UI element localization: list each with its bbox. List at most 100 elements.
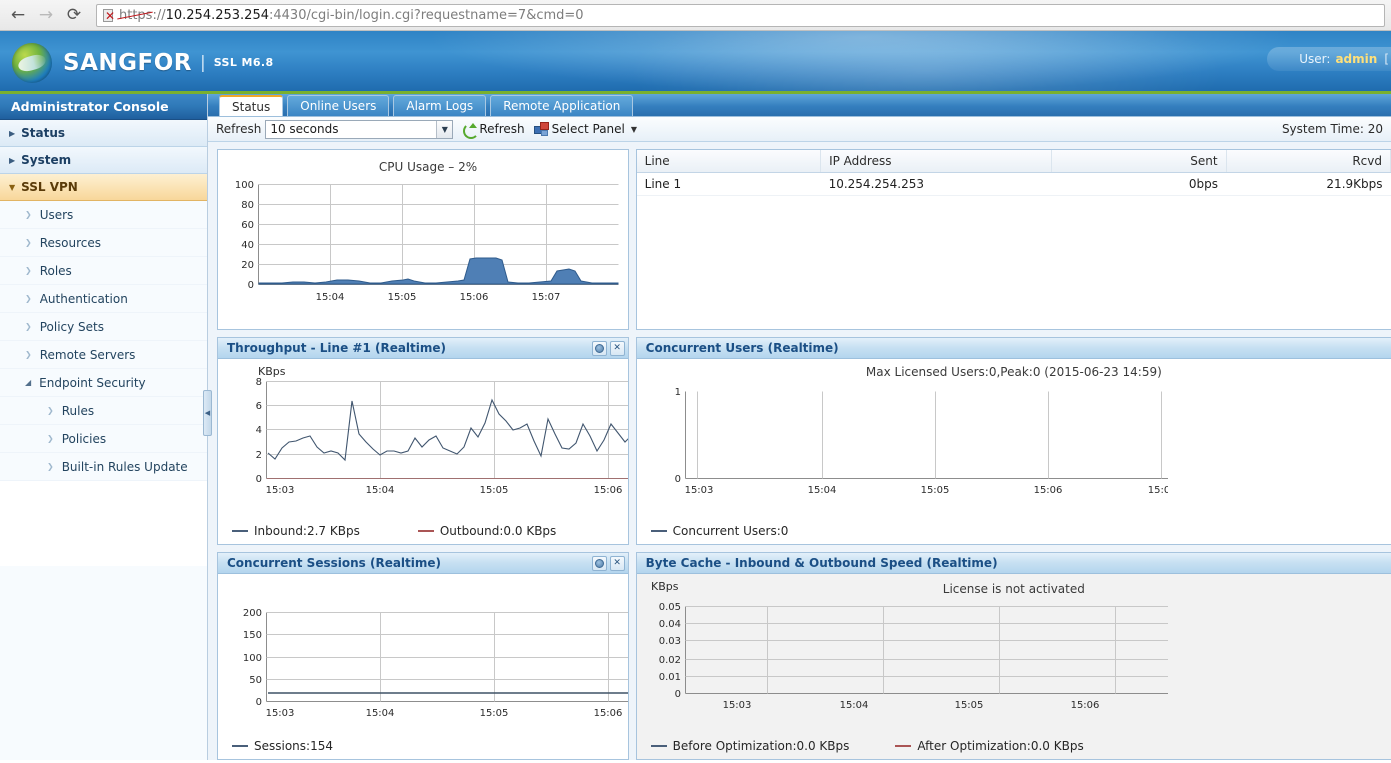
gear-icon[interactable] (591, 340, 607, 356)
refresh-interval-value: 10 seconds (270, 122, 339, 136)
svg-text:100: 100 (243, 653, 262, 664)
byte-cache-panel: Byte Cache - Inbound & Outbound Speed (R… (635, 552, 1391, 760)
cpu-chart-area: CPU Usage – 2% 100 80 60 40 20 0 15:04 1… (218, 150, 628, 329)
column-header-rcvd[interactable]: Rcvd (1226, 150, 1391, 173)
sidebar-item-rules[interactable]: ❯ Rules (0, 397, 207, 425)
svg-text:15:04: 15:04 (316, 292, 345, 303)
concurrent-sessions-panel: Concurrent Sessions (Realtime) ✕ 200 150… (217, 552, 629, 760)
panel-row-3: Concurrent Sessions (Realtime) ✕ 200 150… (217, 552, 1391, 760)
sidebar-item-remote-servers[interactable]: ❯ Remote Servers (0, 341, 207, 369)
legend-label-after-optimization: After Optimization:0.0 KBps (917, 739, 1084, 753)
sidebar-collapse-handle[interactable]: ◀ (203, 390, 212, 436)
byte-cache-chart: KBps 0.050.04 0.030.02 0.010 15:03 15:04… (651, 580, 1168, 711)
legend-label-before-optimization: Before Optimization:0.0 KBps (672, 739, 850, 753)
chevron-right-icon: ❯ (47, 462, 54, 471)
svg-text:15:05: 15:05 (388, 292, 417, 303)
sidebar-item-label: Users (39, 207, 74, 222)
sidebar-item-endpoint-security[interactable]: ◢ Endpoint Security (0, 369, 207, 397)
sidebar-group-system[interactable]: ▶ System (0, 147, 207, 174)
column-header-ip-address[interactable]: IP Address (820, 150, 1053, 173)
refresh-interval-select[interactable]: 10 seconds ▼ (265, 119, 454, 139)
legend-swatch-outbound (417, 530, 434, 532)
svg-text:0: 0 (256, 697, 262, 708)
concurrent-users-panel-body: Max Licensed Users:0,Peak:0 (2015-06-23 … (636, 359, 1391, 544)
sidebar-group-ssl-vpn[interactable]: ▼ SSL VPN (0, 174, 207, 201)
close-icon[interactable]: ✕ (609, 555, 625, 571)
sidebar-item-policy-sets[interactable]: ❯ Policy Sets (0, 313, 207, 341)
cell-sent: 0bps (1051, 172, 1227, 196)
svg-text:40: 40 (241, 240, 254, 251)
legend-label-sessions: Sessions:154 (254, 739, 333, 753)
concurrent-sessions-panel-header: Concurrent Sessions (Realtime) ✕ (218, 553, 628, 574)
svg-text:0.02: 0.02 (658, 655, 680, 666)
tab-status[interactable]: Status (219, 95, 284, 116)
concurrent-sessions-series (268, 692, 628, 694)
sidebar-item-policies[interactable]: ❯ Policies (0, 425, 207, 453)
svg-text:8: 8 (256, 377, 262, 388)
sidebar-item-users[interactable]: ❯ Users (0, 201, 207, 229)
chevron-right-icon: ❯ (25, 322, 32, 331)
sidebar-group-label: Status (21, 126, 66, 140)
tab-alarm-logs[interactable]: Alarm Logs (393, 95, 487, 116)
svg-text:15:06: 15:06 (594, 708, 623, 719)
svg-text:0: 0 (256, 474, 262, 485)
svg-text:50: 50 (249, 675, 262, 686)
svg-text:100: 100 (235, 180, 254, 191)
browser-back-icon[interactable]: ← (4, 1, 32, 29)
sidebar-group-status[interactable]: ▶ Status (0, 120, 207, 147)
cpu-usage-chart: 100 80 60 40 20 0 15:04 15:05 15:06 15:07 (235, 180, 619, 303)
sidebar-item-label: Policies (61, 431, 107, 446)
user-menu-bracket[interactable]: [ (1384, 52, 1389, 66)
browser-url-input[interactable]: ✕ https :// 10.254.253.254 :4430/cgi-bin… (96, 3, 1385, 27)
gear-icon[interactable] (591, 555, 607, 571)
chevron-right-icon: ❯ (47, 434, 54, 443)
url-host: 10.254.253.254 (165, 7, 269, 23)
brand-name: SANGFOR (63, 49, 192, 76)
brand-block: SANGFOR | SSL M6.8 (0, 31, 1391, 91)
sidebar-item-authentication[interactable]: ❯ Authentication (0, 285, 207, 313)
sidebar-item-built-in-rules-update[interactable]: ❯ Built-in Rules Update (0, 453, 207, 481)
column-header-line[interactable]: Line (636, 150, 822, 173)
chevron-down-icon: ▼ (9, 182, 16, 192)
byte-cache-legend: Before Optimization:0.0 KBps After Optim… (650, 739, 1084, 753)
select-panel-label: Select Panel (551, 122, 625, 136)
legend-swatch-before-optimization (650, 745, 667, 747)
sidebar-title: Administrator Console (0, 94, 207, 120)
svg-text:15:06: 15:06 (1070, 700, 1099, 711)
concurrent-users-panel-title: Concurrent Users (Realtime) (645, 341, 839, 355)
svg-text:80: 80 (241, 200, 254, 211)
svg-text:15:05: 15:05 (954, 700, 983, 711)
svg-text:15:07: 15:07 (532, 292, 561, 303)
chevron-down-icon[interactable]: ▼ (631, 125, 637, 134)
brand-separator: | (199, 52, 206, 73)
sidebar-item-resources[interactable]: ❯ Resources (0, 229, 207, 257)
content-area: Status Online Users Alarm Logs Remote Ap… (208, 94, 1391, 760)
column-header-sent[interactable]: Sent (1051, 150, 1227, 173)
panels-icon (533, 122, 549, 136)
svg-text:0: 0 (248, 280, 254, 291)
url-protocol: https (119, 7, 153, 23)
sidebar-item-roles[interactable]: ❯ Roles (0, 257, 207, 285)
table-row[interactable]: Line 1 10.254.254.253 0bps 21.9Kbps (636, 172, 1391, 196)
select-panel-button[interactable]: Select Panel ▼ (533, 122, 637, 136)
chevron-down-icon[interactable]: ▼ (436, 120, 453, 138)
svg-text:15:03: 15:03 (684, 485, 713, 496)
svg-text:15:06: 15:06 (460, 292, 489, 303)
browser-reload-icon[interactable]: ⟳ (60, 1, 88, 29)
legend-swatch-inbound (232, 530, 248, 532)
close-icon[interactable]: ✕ (609, 340, 625, 356)
sidebar-item-label: Resources (39, 235, 101, 250)
cell-line: Line 1 (636, 172, 821, 196)
url-path: :4430/cgi-bin/login.cgi?requestname=7&cm… (269, 7, 584, 23)
browser-forward-icon[interactable]: → (32, 1, 60, 29)
legend-swatch-after-optimization (895, 745, 912, 747)
tab-remote-application[interactable]: Remote Application (490, 95, 634, 116)
toolbar: Refresh 10 seconds ▼ Refresh Select Pane… (208, 117, 1391, 142)
byte-cache-panel-header: Byte Cache - Inbound & Outbound Speed (R… (636, 553, 1391, 574)
svg-text:15:04: 15:04 (839, 700, 868, 711)
refresh-button[interactable]: Refresh (462, 122, 525, 139)
table-header-row: Line IP Address Sent Rcvd (636, 150, 1391, 173)
broken-certificate-icon[interactable]: ✕ (102, 8, 117, 23)
svg-text:15:04: 15:04 (366, 708, 395, 719)
tab-online-users[interactable]: Online Users (287, 95, 390, 116)
